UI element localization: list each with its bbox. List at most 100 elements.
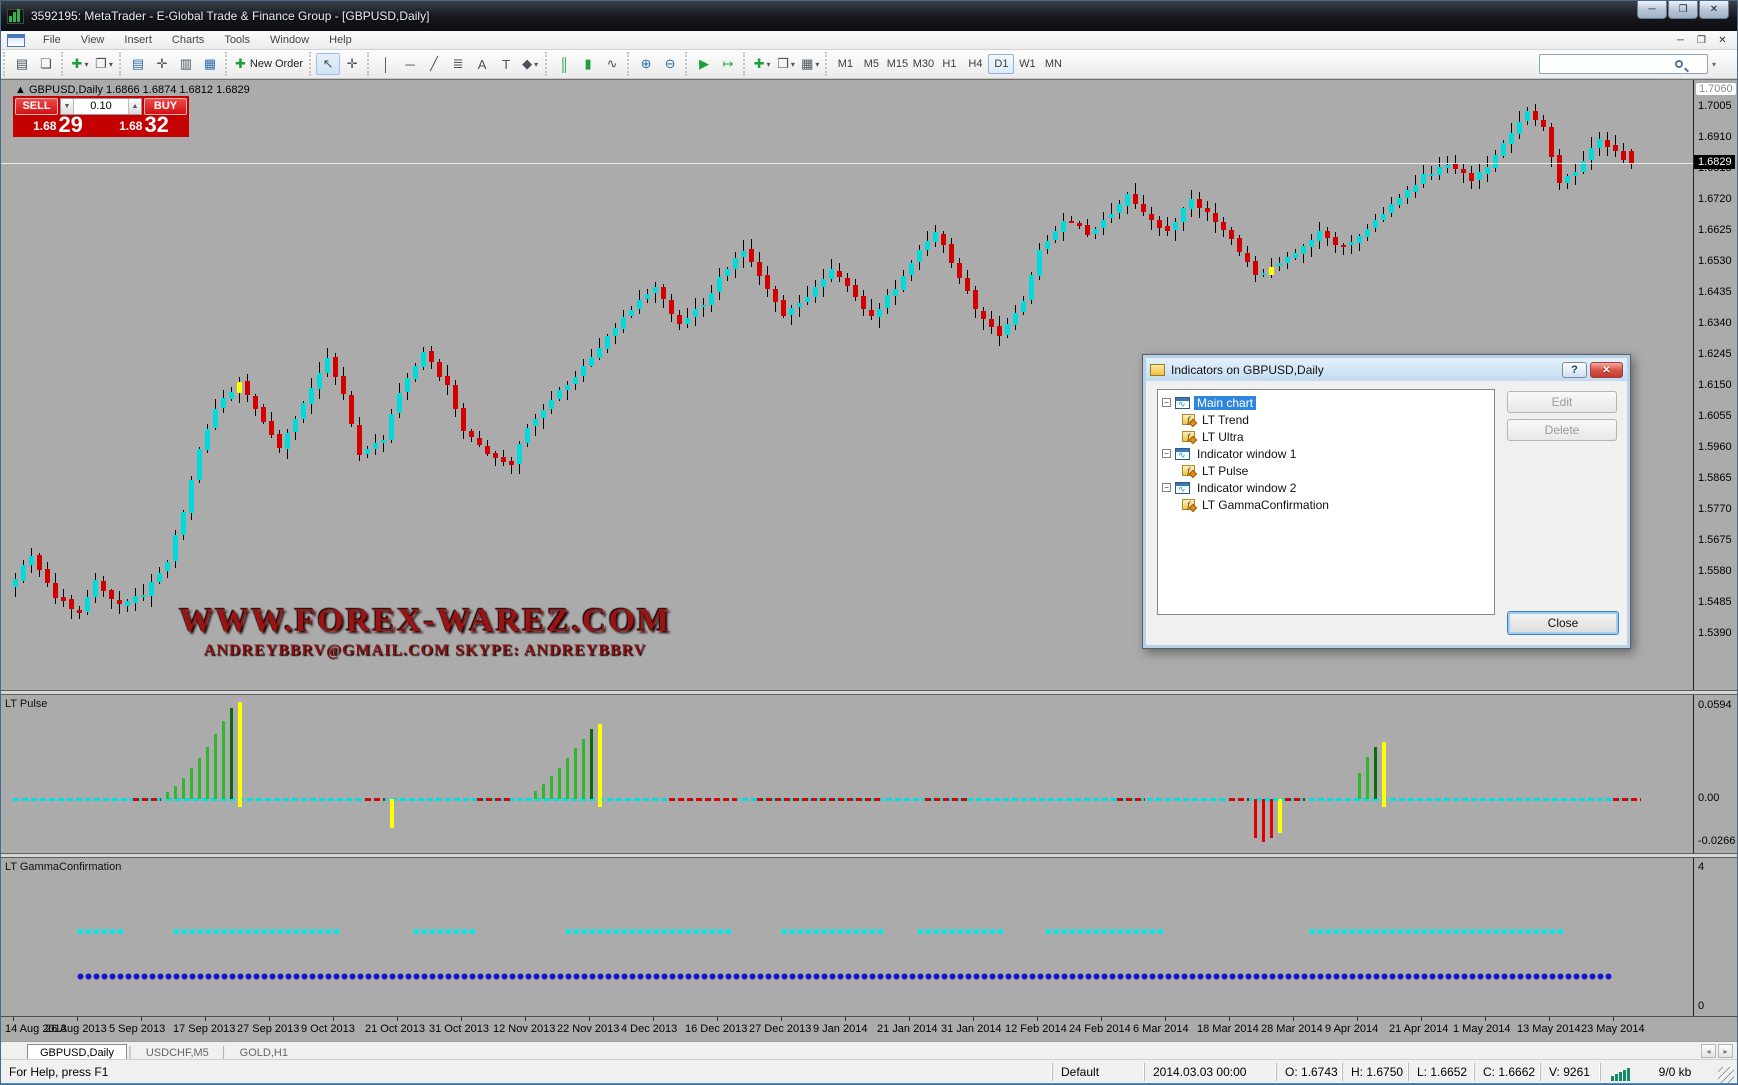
new-chart-button[interactable]: ✚▾ bbox=[68, 53, 92, 75]
candle bbox=[245, 381, 250, 395]
menu-item-help[interactable]: Help bbox=[319, 32, 362, 48]
timeframe-h1-button[interactable]: H1 bbox=[936, 54, 962, 74]
candle bbox=[1597, 139, 1602, 147]
text-label-button[interactable]: T bbox=[494, 53, 518, 75]
date-tick bbox=[13, 1017, 14, 1021]
menu-item-charts[interactable]: Charts bbox=[162, 32, 214, 48]
child-restore-icon[interactable]: ❐ bbox=[1691, 32, 1712, 48]
candle bbox=[1397, 198, 1402, 205]
child-close-icon[interactable]: ✕ bbox=[1712, 32, 1733, 48]
market-watch-button[interactable]: ▤ bbox=[126, 53, 150, 75]
candle bbox=[293, 419, 298, 432]
dropdown-arrow-icon[interactable]: ▾ bbox=[815, 60, 819, 69]
tree-expand-icon[interactable]: − bbox=[1162, 398, 1171, 407]
fibonacci-button[interactable]: ≣ bbox=[446, 53, 470, 75]
search-dropdown-icon[interactable]: ▾ bbox=[1712, 60, 1716, 69]
vertical-line-button[interactable]: │ bbox=[374, 53, 398, 75]
cursor-button[interactable]: ↖ bbox=[316, 53, 340, 75]
zoom-out-button[interactable]: ⊖ bbox=[658, 53, 682, 75]
print-button[interactable]: ▤ bbox=[10, 53, 34, 75]
dropdown-arrow-icon[interactable]: ▾ bbox=[767, 60, 771, 69]
resize-grip[interactable] bbox=[1718, 1067, 1734, 1083]
menu-item-insert[interactable]: Insert bbox=[114, 32, 162, 48]
tab-scroll-left-icon[interactable]: ◂ bbox=[1701, 1044, 1716, 1058]
status-profile[interactable]: Default bbox=[1052, 1063, 1144, 1081]
dropdown-arrow-icon[interactable]: ▾ bbox=[791, 60, 795, 69]
tree-indicator-row[interactable]: fLT Trend bbox=[1182, 411, 1492, 428]
tree-window-row[interactable]: −Indicator window 2 bbox=[1160, 479, 1492, 496]
close-button[interactable]: Close bbox=[1507, 611, 1619, 635]
periods-button[interactable]: ▦▾ bbox=[798, 53, 822, 75]
timeframe-d1-button[interactable]: D1 bbox=[988, 54, 1014, 74]
menu-item-window[interactable]: Window bbox=[260, 32, 319, 48]
gamma-cyan-dots bbox=[917, 928, 1004, 935]
dialog-close-icon[interactable]: ✕ bbox=[1590, 362, 1623, 378]
dialog-help-button[interactable]: ? bbox=[1562, 362, 1587, 378]
arrows-button[interactable]: ◆▾ bbox=[518, 53, 542, 75]
candle bbox=[1261, 273, 1266, 275]
sell-button[interactable]: SELL bbox=[15, 98, 58, 115]
candle bbox=[773, 289, 778, 301]
auto-scroll-button[interactable]: ▶ bbox=[692, 53, 716, 75]
tab-scroll-right-icon[interactable]: ▸ bbox=[1718, 1044, 1733, 1058]
timeframe-m5-button[interactable]: M5 bbox=[858, 54, 884, 74]
menu-item-view[interactable]: View bbox=[71, 32, 115, 48]
dialog-title-bar[interactable]: Indicators on GBPUSD,Daily ? ✕ bbox=[1146, 358, 1627, 381]
templates-button[interactable]: ❒▾ bbox=[774, 53, 798, 75]
tree-indicator-row[interactable]: fLT Ultra bbox=[1182, 428, 1492, 445]
trendline-button[interactable]: ╱ bbox=[422, 53, 446, 75]
price-axis-label: 1.5675 bbox=[1698, 534, 1732, 546]
tree-expand-icon[interactable]: − bbox=[1162, 449, 1171, 458]
timeframe-mn-button[interactable]: MN bbox=[1040, 54, 1066, 74]
menu-item-tools[interactable]: Tools bbox=[214, 32, 260, 48]
line-chart-button[interactable]: ∿ bbox=[600, 53, 624, 75]
zoom-in-button[interactable]: ⊕ bbox=[634, 53, 658, 75]
profiles-button[interactable]: ❐▾ bbox=[92, 53, 116, 75]
navigator-button[interactable]: ✛ bbox=[150, 53, 174, 75]
tree-indicator-row[interactable]: fLT Pulse bbox=[1182, 462, 1492, 479]
indicator-label: LT GammaConfirmation bbox=[5, 861, 121, 873]
timeframe-w1-button[interactable]: W1 bbox=[1014, 54, 1040, 74]
indicators-button[interactable]: ✚▾ bbox=[750, 53, 774, 75]
dropdown-arrow-icon[interactable]: ▾ bbox=[84, 60, 88, 69]
candlestick-button[interactable]: ▮ bbox=[576, 53, 600, 75]
candle bbox=[613, 328, 618, 336]
dropdown-arrow-icon[interactable]: ▾ bbox=[534, 60, 538, 69]
window-separator[interactable] bbox=[1, 690, 1738, 695]
horizontal-line-button[interactable]: ─ bbox=[398, 53, 422, 75]
timeframe-m30-button[interactable]: M30 bbox=[910, 54, 936, 74]
print-preview-button[interactable]: ❏ bbox=[34, 53, 58, 75]
candle bbox=[925, 241, 930, 250]
tree-window-row[interactable]: −Indicator window 1 bbox=[1160, 445, 1492, 462]
candle bbox=[797, 303, 802, 308]
text-button[interactable]: A bbox=[470, 53, 494, 75]
window-separator[interactable] bbox=[1, 853, 1738, 858]
tree-expand-icon[interactable]: − bbox=[1162, 483, 1171, 492]
new-order-button[interactable]: ✚New Order bbox=[232, 53, 306, 75]
tree-indicator-row[interactable]: fLT GammaConfirmation bbox=[1182, 496, 1492, 513]
collapse-triangle-icon[interactable]: ▲ bbox=[15, 84, 26, 96]
data-window-button[interactable]: ▥ bbox=[174, 53, 198, 75]
search-icon[interactable] bbox=[1675, 60, 1683, 68]
chart-shift-button[interactable]: ↦ bbox=[716, 53, 740, 75]
edit-button[interactable]: Edit bbox=[1507, 391, 1617, 413]
child-minimize-icon[interactable]: ─ bbox=[1670, 32, 1691, 48]
candle bbox=[269, 421, 274, 435]
timeframe-m1-button[interactable]: M1 bbox=[832, 54, 858, 74]
candle bbox=[1229, 230, 1234, 239]
menu-item-file[interactable]: File bbox=[33, 32, 71, 48]
terminal-button[interactable]: ▦ bbox=[198, 53, 222, 75]
restore-icon[interactable]: ❐ bbox=[1668, 1, 1698, 19]
dropdown-arrow-icon[interactable]: ▾ bbox=[109, 60, 113, 69]
delete-button[interactable]: Delete bbox=[1507, 419, 1617, 441]
timeframe-h4-button[interactable]: H4 bbox=[962, 54, 988, 74]
volume-up-stepper[interactable]: ▲ bbox=[128, 99, 141, 114]
candle bbox=[557, 390, 562, 398]
crosshair-button[interactable]: ✛ bbox=[340, 53, 364, 75]
tree-window-row[interactable]: −Main chart bbox=[1160, 394, 1492, 411]
minimize-icon[interactable]: ─ bbox=[1637, 1, 1667, 19]
bar-chart-button[interactable]: ║ bbox=[552, 53, 576, 75]
close-icon[interactable]: ✕ bbox=[1699, 1, 1729, 19]
timeframe-m15-button[interactable]: M15 bbox=[884, 54, 910, 74]
candle bbox=[173, 535, 178, 561]
